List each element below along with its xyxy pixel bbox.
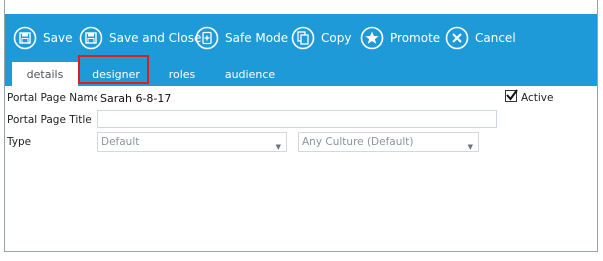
cancel-button[interactable]: Cancel bbox=[445, 24, 516, 52]
copy-label: Copy bbox=[321, 31, 352, 45]
dropdown-arrow-icon: ▼ bbox=[275, 143, 281, 151]
safe-mode-label: Safe Mode bbox=[225, 31, 289, 45]
tab-details[interactable]: details bbox=[12, 62, 78, 86]
checkmark-icon bbox=[506, 89, 518, 101]
cancel-icon bbox=[445, 26, 469, 50]
promote-button[interactable]: Promote bbox=[360, 24, 440, 52]
tab-designer[interactable]: designer bbox=[83, 62, 149, 86]
promote-label: Promote bbox=[390, 31, 441, 45]
star-icon bbox=[360, 26, 384, 50]
culture-select-value: Any Culture (Default) bbox=[302, 136, 414, 148]
active-checkbox[interactable] bbox=[505, 89, 518, 102]
save-close-icon bbox=[79, 26, 103, 50]
save-and-close-label: Save and Close bbox=[109, 31, 202, 45]
tab-audience[interactable]: audience bbox=[215, 62, 285, 86]
copy-icon bbox=[291, 26, 315, 50]
tab-bar: details designer roles audience bbox=[5, 62, 597, 86]
save-button[interactable]: Save bbox=[13, 24, 72, 52]
type-select[interactable]: Default ▼ bbox=[97, 132, 287, 152]
dropdown-arrow-icon: ▼ bbox=[467, 143, 473, 151]
safe-mode-icon bbox=[195, 26, 219, 50]
portal-page-title-label: Portal Page Title bbox=[7, 114, 92, 126]
copy-button[interactable]: Copy bbox=[291, 24, 351, 52]
save-icon bbox=[13, 26, 37, 50]
cancel-label: Cancel bbox=[475, 31, 516, 45]
active-label: Active bbox=[521, 92, 554, 104]
portal-page-title-field[interactable] bbox=[97, 110, 497, 128]
portal-page-name-label: Portal Page Name bbox=[7, 92, 101, 104]
portal-page-name-field[interactable] bbox=[97, 89, 497, 107]
tab-roles[interactable]: roles bbox=[155, 62, 209, 86]
culture-select[interactable]: Any Culture (Default) ▼ bbox=[298, 132, 479, 152]
type-select-value: Default bbox=[101, 136, 140, 148]
save-and-close-button[interactable]: Save and Close bbox=[79, 24, 201, 52]
type-label: Type bbox=[7, 136, 32, 148]
safe-mode-button[interactable]: Safe Mode bbox=[195, 24, 288, 52]
save-label: Save bbox=[43, 31, 73, 45]
